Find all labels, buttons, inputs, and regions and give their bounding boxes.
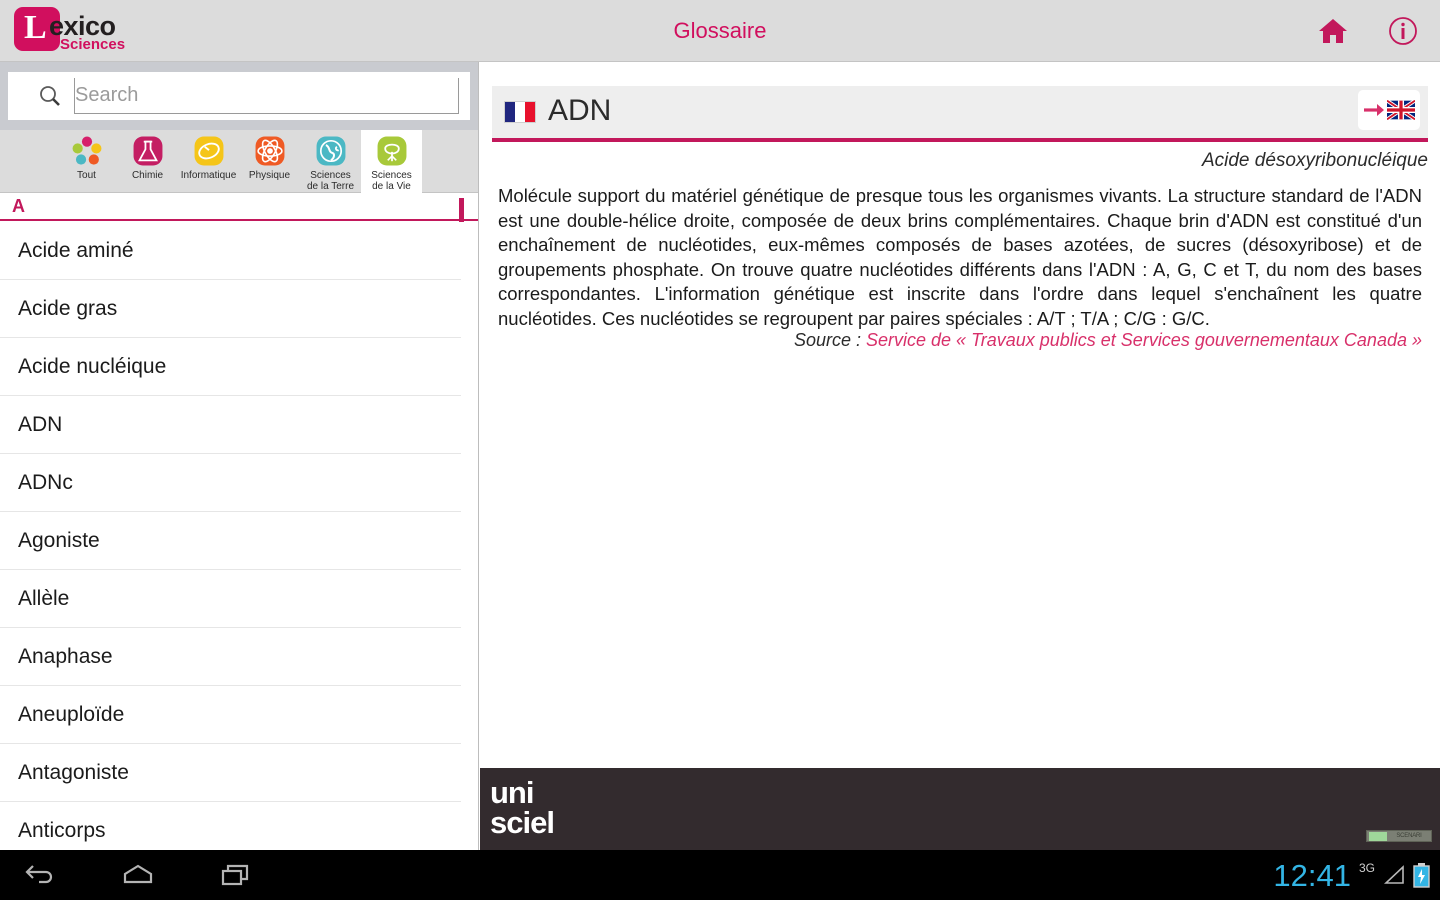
category-sciences-de-la-terre[interactable]: Sciences de la Terre [300, 130, 361, 193]
atom-icon [255, 136, 284, 166]
list-item[interactable]: ADNc [0, 454, 461, 512]
entry-title: ADN [548, 94, 612, 127]
nav-home-button[interactable] [118, 855, 158, 895]
category-label: Sciences de la Terre [306, 170, 355, 192]
signal-icon [1383, 865, 1404, 884]
page-title: Glossaire [673, 18, 767, 43]
section-letter: A [12, 196, 25, 216]
list-item[interactable]: Allèle [0, 570, 461, 628]
entry-definition: Molécule support du matériel génétique d… [498, 185, 1422, 329]
list-item[interactable]: Acide gras [0, 280, 461, 338]
home-button[interactable] [1316, 14, 1350, 48]
source-link[interactable]: Service de « Travaux publics et Services… [866, 330, 1422, 350]
section-header: A [0, 193, 478, 221]
back-icon [25, 865, 53, 884]
category-physique[interactable]: Physique [239, 130, 300, 193]
list-scrollbar-thumb[interactable] [459, 198, 464, 223]
android-navigation-bar: 12:41 3G [0, 850, 1440, 900]
term-list[interactable]: Acide aminé Acide gras Acide nucléique ADN A… [0, 222, 478, 850]
search-area [0, 62, 478, 130]
flask-icon [133, 136, 162, 166]
badge-chip-icon [1369, 831, 1387, 841]
category-sciences-de-la-vie[interactable]: Sciences de la Vie [361, 130, 422, 193]
home-icon [1319, 19, 1347, 43]
arrow-right-icon [1364, 104, 1384, 116]
unisciel-logo-line1: uni [490, 775, 534, 810]
category-label: Informatique [180, 170, 237, 181]
scenari-badge: SCENARI [1366, 830, 1432, 842]
all-categories-icon [72, 136, 101, 165]
status-network-type: 3G [1358, 861, 1375, 875]
list-item[interactable]: Anticorps [0, 802, 461, 850]
category-label: Tout [77, 170, 96, 181]
category-informatique[interactable]: Informatique [178, 130, 239, 193]
footer-bar: uni sciel SCENARI [480, 768, 1440, 850]
list-item[interactable]: Anaphase [0, 628, 461, 686]
left-panel: Tout Chimie Informatique [0, 62, 479, 850]
globe-icon [316, 136, 345, 166]
category-label: Sciences de la Vie [371, 170, 412, 192]
mouse-icon [194, 136, 223, 166]
top-app-bar: L exico Sciences Glossaire [0, 0, 1440, 62]
search-input[interactable] [74, 78, 459, 114]
list-item[interactable]: Antagoniste [0, 744, 461, 802]
status-clock: 12:41 [1273, 857, 1351, 893]
translate-button[interactable] [1358, 90, 1420, 130]
search-icon [40, 86, 60, 106]
list-item[interactable]: Acide nucléique [0, 338, 461, 396]
category-tout[interactable]: Tout [56, 130, 117, 193]
list-item[interactable]: ADN [0, 396, 461, 454]
app-root: L exico Sciences Glossaire Search Tout C… [0, 0, 1440, 900]
badge-label: SCENARI [1396, 833, 1422, 839]
list-item[interactable]: Agoniste [0, 512, 461, 570]
entry-header: ADN [492, 86, 1428, 142]
entry-source: Source : Service de « Travaux publics et… [794, 330, 1422, 351]
category-chimie[interactable]: Chimie [117, 130, 178, 193]
category-label: Chimie [131, 170, 164, 181]
source-label: Source : [793, 330, 861, 350]
nav-back-button[interactable] [20, 855, 60, 895]
tree-icon [377, 136, 406, 166]
category-label: Physique [248, 170, 291, 181]
recent-apps-icon [221, 864, 249, 886]
home-icon [123, 864, 153, 884]
unisciel-logo: uni sciel [490, 775, 555, 840]
entry-panel: ADN Acide désoxyribonucléique Molécule s… [480, 62, 1440, 760]
search-box[interactable] [8, 72, 470, 120]
list-item[interactable]: Aneuploïde [0, 686, 461, 744]
info-icon [1389, 17, 1417, 45]
category-filter-bar: Tout Chimie Informatique Physique Scienc… [0, 130, 478, 193]
top-bar-actions [1316, 0, 1420, 62]
nav-buttons [20, 850, 256, 900]
french-flag-icon [504, 101, 536, 123]
uk-flag-icon [1387, 100, 1415, 120]
status-indicators: 12:41 3G [1273, 850, 1430, 900]
unisciel-logo-line2: sciel [490, 805, 555, 840]
list-item[interactable]: Acide aminé [0, 222, 461, 280]
info-button[interactable] [1386, 14, 1420, 48]
nav-recents-button[interactable] [216, 855, 256, 895]
battery-charging-icon [1413, 863, 1430, 888]
entry-subtitle: Acide désoxyribonucléique [1201, 150, 1428, 171]
